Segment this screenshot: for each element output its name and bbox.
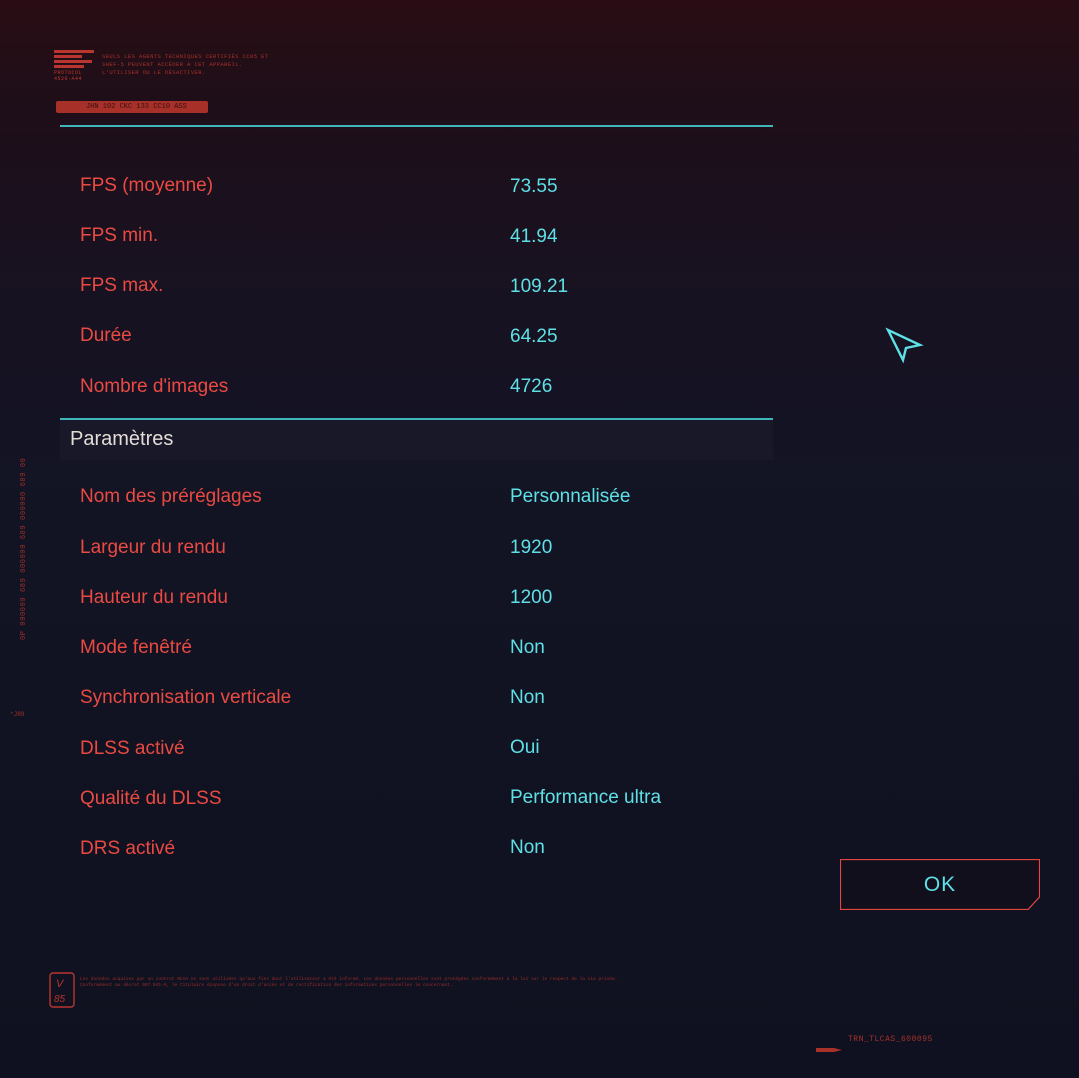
row-label-dlss-quality: Qualité du DLSS (80, 788, 222, 809)
row-label-drs-enabled: DRS activé (80, 838, 176, 859)
row-label-frame-count: Nombre d'images (80, 376, 229, 397)
logo-label: PROTOCOL 4526-A44 (54, 70, 83, 82)
row-label-render-width: Largeur du rendu (80, 537, 226, 558)
row-label-vsync: Synchronisation verticale (80, 687, 292, 708)
row-label-fps-max: FPS max. (80, 275, 164, 296)
row-value-frame-count: 4726 (510, 376, 553, 397)
row-value-render-width: 1920 (510, 537, 553, 558)
row-label-dlss-enabled: DLSS activé (80, 738, 185, 759)
ok-button[interactable]: OK (840, 859, 1040, 910)
row-value-drs-enabled: Non (510, 837, 545, 858)
row-value-fps-min: 41.94 (510, 226, 558, 247)
logo-bars-icon (54, 50, 94, 68)
header-legal-text: SEULS LES AGENTS TECHNIQUES CERTIFIÉS CC… (102, 53, 269, 76)
row-value-dlss-quality: Performance ultra (510, 787, 662, 808)
row-value-dlss-enabled: Oui (510, 737, 540, 758)
row-value-windowed-mode: Non (510, 637, 545, 658)
row-value-preset-name: Personnalisée (510, 486, 631, 507)
row-value-fps-max: 109.21 (510, 276, 569, 297)
row-label-fps-min: FPS min. (80, 225, 159, 246)
svg-text:V: V (56, 978, 65, 990)
settings-title: Paramètres (70, 428, 174, 450)
protocol-logo: PROTOCOL 4526-A44 (54, 50, 94, 82)
pointer-arrow-icon (884, 326, 924, 364)
row-value-render-height: 1200 (510, 587, 553, 608)
row-label-duration: Durée (80, 325, 132, 346)
row-value-vsync: Non (510, 687, 545, 708)
row-label-windowed-mode: Mode fenêtré (80, 637, 192, 658)
side-mark: *J89 (10, 711, 25, 718)
version-badge-icon: V 85 (49, 972, 75, 1008)
row-value-duration: 64.25 (510, 326, 558, 347)
row-value-fps-avg: 73.55 (510, 176, 558, 197)
footer-arrow-icon (816, 1038, 842, 1052)
footer-legal-text: Les données acquises par un contrat NCAA… (80, 977, 618, 988)
side-vertical-code: 0P 000000 689 000000 689 000000 689 00 (20, 457, 28, 640)
svg-text:85: 85 (54, 994, 66, 1005)
ok-button-label: OK (923, 873, 957, 896)
code-tag: JHN 102 CKC 133 CC10 ASS (56, 101, 208, 113)
row-label-preset-name: Nom des préréglages (80, 486, 262, 507)
row-label-fps-avg: FPS (moyenne) (80, 175, 214, 196)
top-divider (60, 125, 773, 127)
row-label-render-height: Hauteur du rendu (80, 587, 228, 608)
footer-code: TRN_TLCAS_600095 (848, 1035, 933, 1044)
